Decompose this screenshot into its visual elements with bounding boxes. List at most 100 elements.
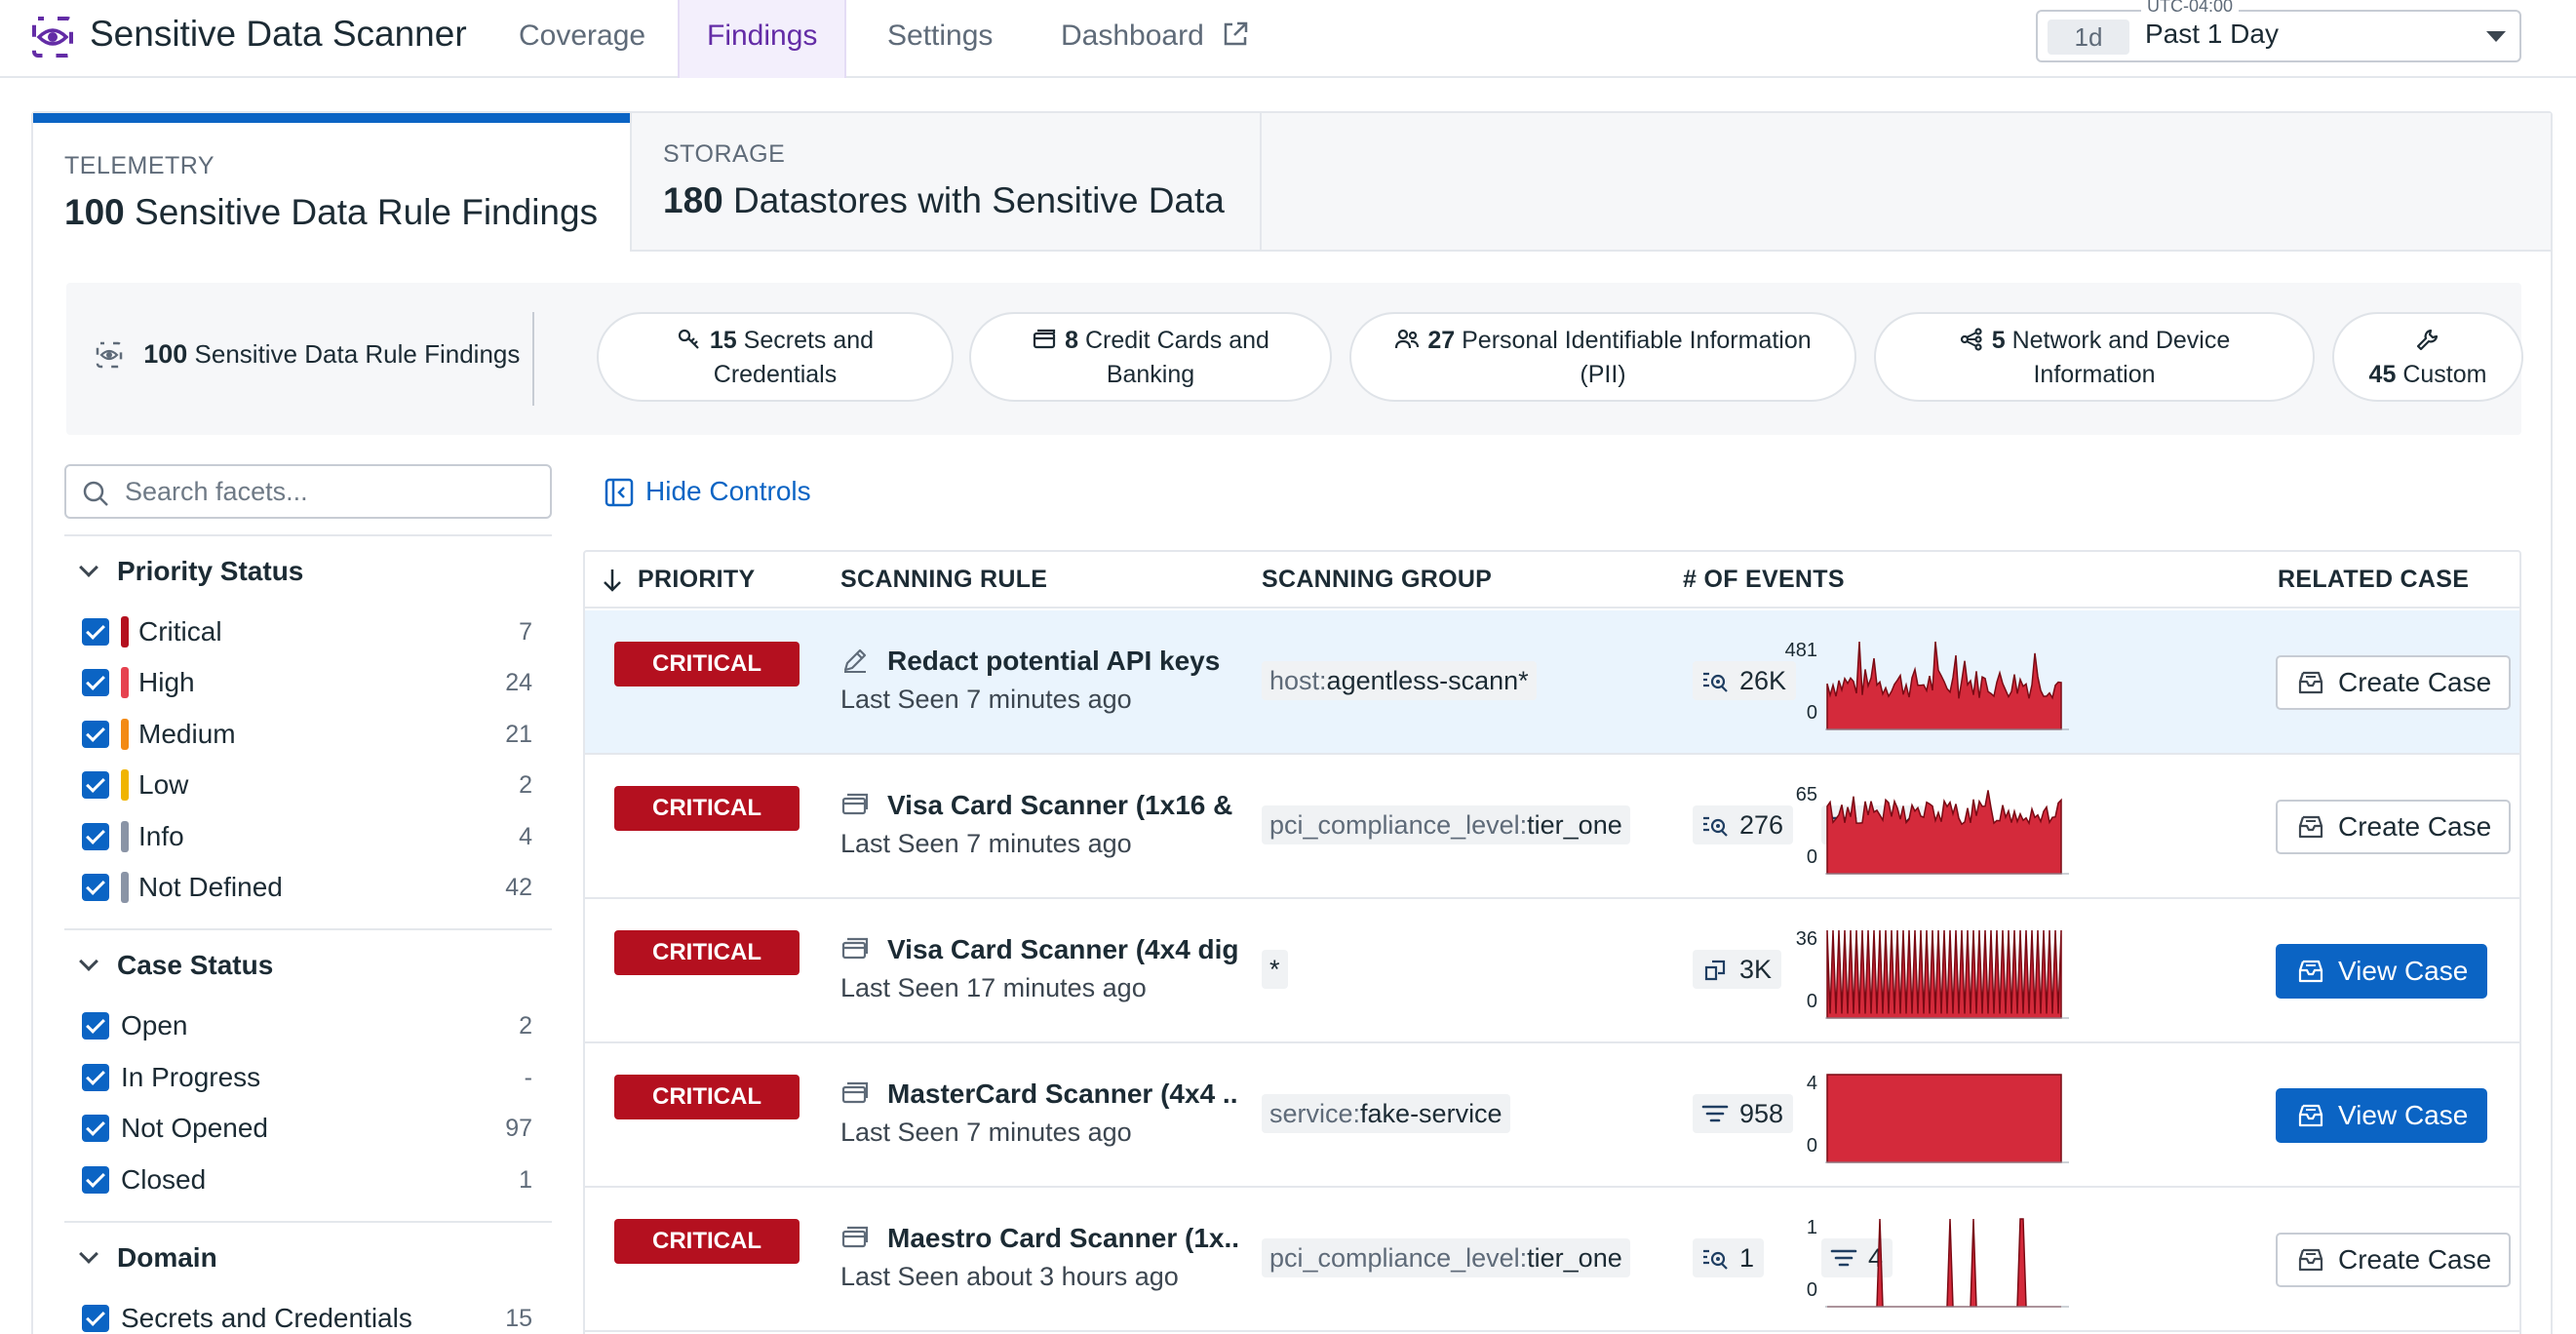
app-title: Sensitive Data Scanner: [90, 14, 467, 54]
column-header-related-case[interactable]: RELATED CASE: [2278, 566, 2469, 594]
tab-storage-title: 180 Datastores with Sensitive Data: [663, 180, 1229, 221]
rule-last-seen: Last Seen about 3 hours ago: [840, 1262, 1179, 1291]
time-range-picker[interactable]: 1d Past 1 Day: [2036, 10, 2521, 62]
events-count[interactable]: 3K: [1693, 950, 1782, 989]
checkbox-checked[interactable]: [82, 1012, 109, 1040]
table-row[interactable]: CRITICAL Visa Card Scanner (4x4 dig... Las…: [585, 899, 2519, 1043]
facet-item-not-opened[interactable]: Not Opened 97: [82, 1109, 532, 1148]
chevron-down-icon: [79, 558, 98, 577]
facet-item-open[interactable]: Open 2: [82, 1006, 532, 1045]
column-header-scanning-rule[interactable]: SCANNING RULE: [840, 566, 1047, 594]
checkbox-checked[interactable]: [82, 1305, 109, 1332]
events-count[interactable]: 1: [1693, 1238, 1765, 1277]
external-link-icon: [1224, 21, 1248, 46]
checkbox-checked[interactable]: [82, 669, 109, 696]
checkbox-checked[interactable]: [82, 1115, 109, 1142]
group-key: service:: [1269, 1099, 1361, 1128]
nav-tab-dashboard[interactable]: Dashboard: [1034, 0, 1276, 78]
people-icon: [1395, 329, 1420, 349]
facet-item-not-defined[interactable]: Not Defined 42: [82, 868, 532, 907]
facet-search-input[interactable]: [125, 474, 534, 509]
facet-item-low[interactable]: Low 2: [82, 765, 532, 804]
caret-down-icon: [2486, 31, 2506, 42]
category-pill-custom[interactable]: 45 Custom: [2332, 312, 2523, 402]
tab-telemetry[interactable]: TELEMETRY 100 Sensitive Data Rule Findin…: [33, 113, 630, 254]
checkbox-checked[interactable]: [82, 721, 109, 748]
events-value: 3K: [1739, 955, 1773, 984]
sparkline-max-label: 4: [1806, 1073, 1817, 1094]
tab-storage[interactable]: STORAGE 180 Datastores with Sensitive Da…: [630, 113, 1262, 252]
checkbox-checked[interactable]: [82, 618, 109, 646]
table-row[interactable]: CRITICAL Visa Card Scanner (1x16 & ... Las…: [585, 755, 2519, 899]
priority-swatch: [121, 719, 129, 750]
checkbox-checked[interactable]: [82, 823, 109, 850]
scanning-group-tag[interactable]: pci_compliance_level:tier_one: [1262, 805, 1630, 844]
category-line1: Personal Identifiable Information: [1462, 327, 1812, 354]
events-count[interactable]: 276: [1693, 805, 1794, 844]
facet-item-closed[interactable]: Closed 1: [82, 1160, 532, 1199]
nav-tab-findings[interactable]: Findings: [678, 0, 847, 78]
facet-item-secrets-and-credentials[interactable]: Secrets and Credentials 15: [82, 1299, 532, 1334]
category-pill-network[interactable]: 5 Network and Device Information: [1874, 312, 2315, 402]
sparkline-max-label: 481: [1784, 640, 1817, 661]
facet-item-info[interactable]: Info 4: [82, 817, 532, 856]
scanning-group-tag[interactable]: pci_compliance_level:tier_one: [1262, 1238, 1630, 1277]
scanning-group-tag[interactable]: *: [1262, 950, 1288, 989]
time-range-badge: 1d: [2048, 20, 2129, 55]
category-total-count: 100: [143, 339, 188, 369]
scanner-icon: [96, 341, 123, 369]
events-count[interactable]: 958: [1693, 1094, 1794, 1133]
facet-search-box[interactable]: [64, 464, 552, 519]
priority-badge: CRITICAL: [614, 642, 800, 687]
sensitive-data-scanner-logo-icon: [32, 17, 73, 58]
inbox-icon: [2298, 671, 2323, 694]
facet-item-in-progress[interactable]: In Progress -: [82, 1058, 532, 1097]
nav-tab-coverage[interactable]: Coverage: [491, 0, 673, 78]
rule-name[interactable]: Visa Card Scanner (1x16 & ...: [887, 790, 1238, 821]
group-value: agentless-scann*: [1326, 666, 1529, 695]
facet-item-high[interactable]: High 24: [82, 663, 532, 702]
category-total[interactable]: 100 Sensitive Data Rule Findings: [96, 339, 520, 370]
facet-item-critical[interactable]: Critical 7: [82, 612, 532, 651]
rule-name[interactable]: Maestro Card Scanner (1x...: [887, 1223, 1238, 1254]
facet-title: Domain: [117, 1242, 217, 1273]
scanning-group-tag[interactable]: host:agentless-scann*: [1262, 661, 1537, 700]
table-row[interactable]: CRITICAL Maestro Card Scanner (1x... Last …: [585, 1188, 2519, 1332]
checkbox-checked[interactable]: [82, 874, 109, 901]
hide-controls-label: Hide Controls: [645, 476, 811, 506]
divider: [585, 607, 2519, 608]
column-header-scanning-group[interactable]: SCANNING GROUP: [1262, 566, 1492, 594]
create-case-button[interactable]: Create Case: [2276, 655, 2512, 710]
divider: [64, 534, 552, 536]
checkbox-checked[interactable]: [82, 771, 109, 799]
credit-card-icon: [1033, 329, 1056, 349]
facet-count: 7: [519, 618, 532, 646]
tab-storage-count: 180: [663, 180, 723, 220]
facet-domain-header[interactable]: Domain: [79, 1242, 217, 1274]
rule-name[interactable]: Visa Card Scanner (4x4 dig...: [887, 934, 1238, 965]
view-case-button[interactable]: View Case: [2276, 944, 2488, 999]
facet-priority-status-header[interactable]: Priority Status: [79, 556, 303, 587]
sort-descending-icon[interactable]: [601, 568, 624, 593]
category-pill-pii[interactable]: 27 Personal Identifiable Information (PI…: [1349, 312, 1856, 402]
events-count[interactable]: 26K: [1693, 661, 1797, 700]
create-case-button[interactable]: Create Case: [2276, 1233, 2512, 1287]
checkbox-checked[interactable]: [82, 1064, 109, 1091]
scan-events-icon: [1703, 672, 1728, 692]
scanning-group-tag[interactable]: service:fake-service: [1262, 1094, 1510, 1133]
view-case-button[interactable]: View Case: [2276, 1088, 2488, 1143]
rule-name[interactable]: Redact potential API keys: [887, 646, 1238, 677]
findings-table: PRIORITY SCANNING RULE SCANNING GROUP # …: [583, 550, 2521, 1334]
facet-item-medium[interactable]: Medium 21: [82, 715, 532, 754]
create-case-button[interactable]: Create Case: [2276, 800, 2512, 854]
rule-name[interactable]: MasterCard Scanner (4x4 ...: [887, 1079, 1238, 1110]
category-pill-credit-cards[interactable]: 8 Credit Cards and Banking: [969, 312, 1332, 402]
column-header-events[interactable]: # OF EVENTS: [1683, 566, 1845, 594]
nav-tab-settings[interactable]: Settings: [860, 0, 1020, 78]
checkbox-checked[interactable]: [82, 1166, 109, 1194]
table-row[interactable]: CRITICAL MasterCard Scanner (4x4 ... Last …: [585, 1043, 2519, 1188]
facet-case-status-header[interactable]: Case Status: [79, 950, 273, 981]
table-row[interactable]: CRITICAL Redact potential API keys Last Se…: [585, 610, 2519, 755]
column-header-priority[interactable]: PRIORITY: [638, 566, 755, 594]
category-pill-secrets[interactable]: 15 Secrets and Credentials: [597, 312, 954, 402]
